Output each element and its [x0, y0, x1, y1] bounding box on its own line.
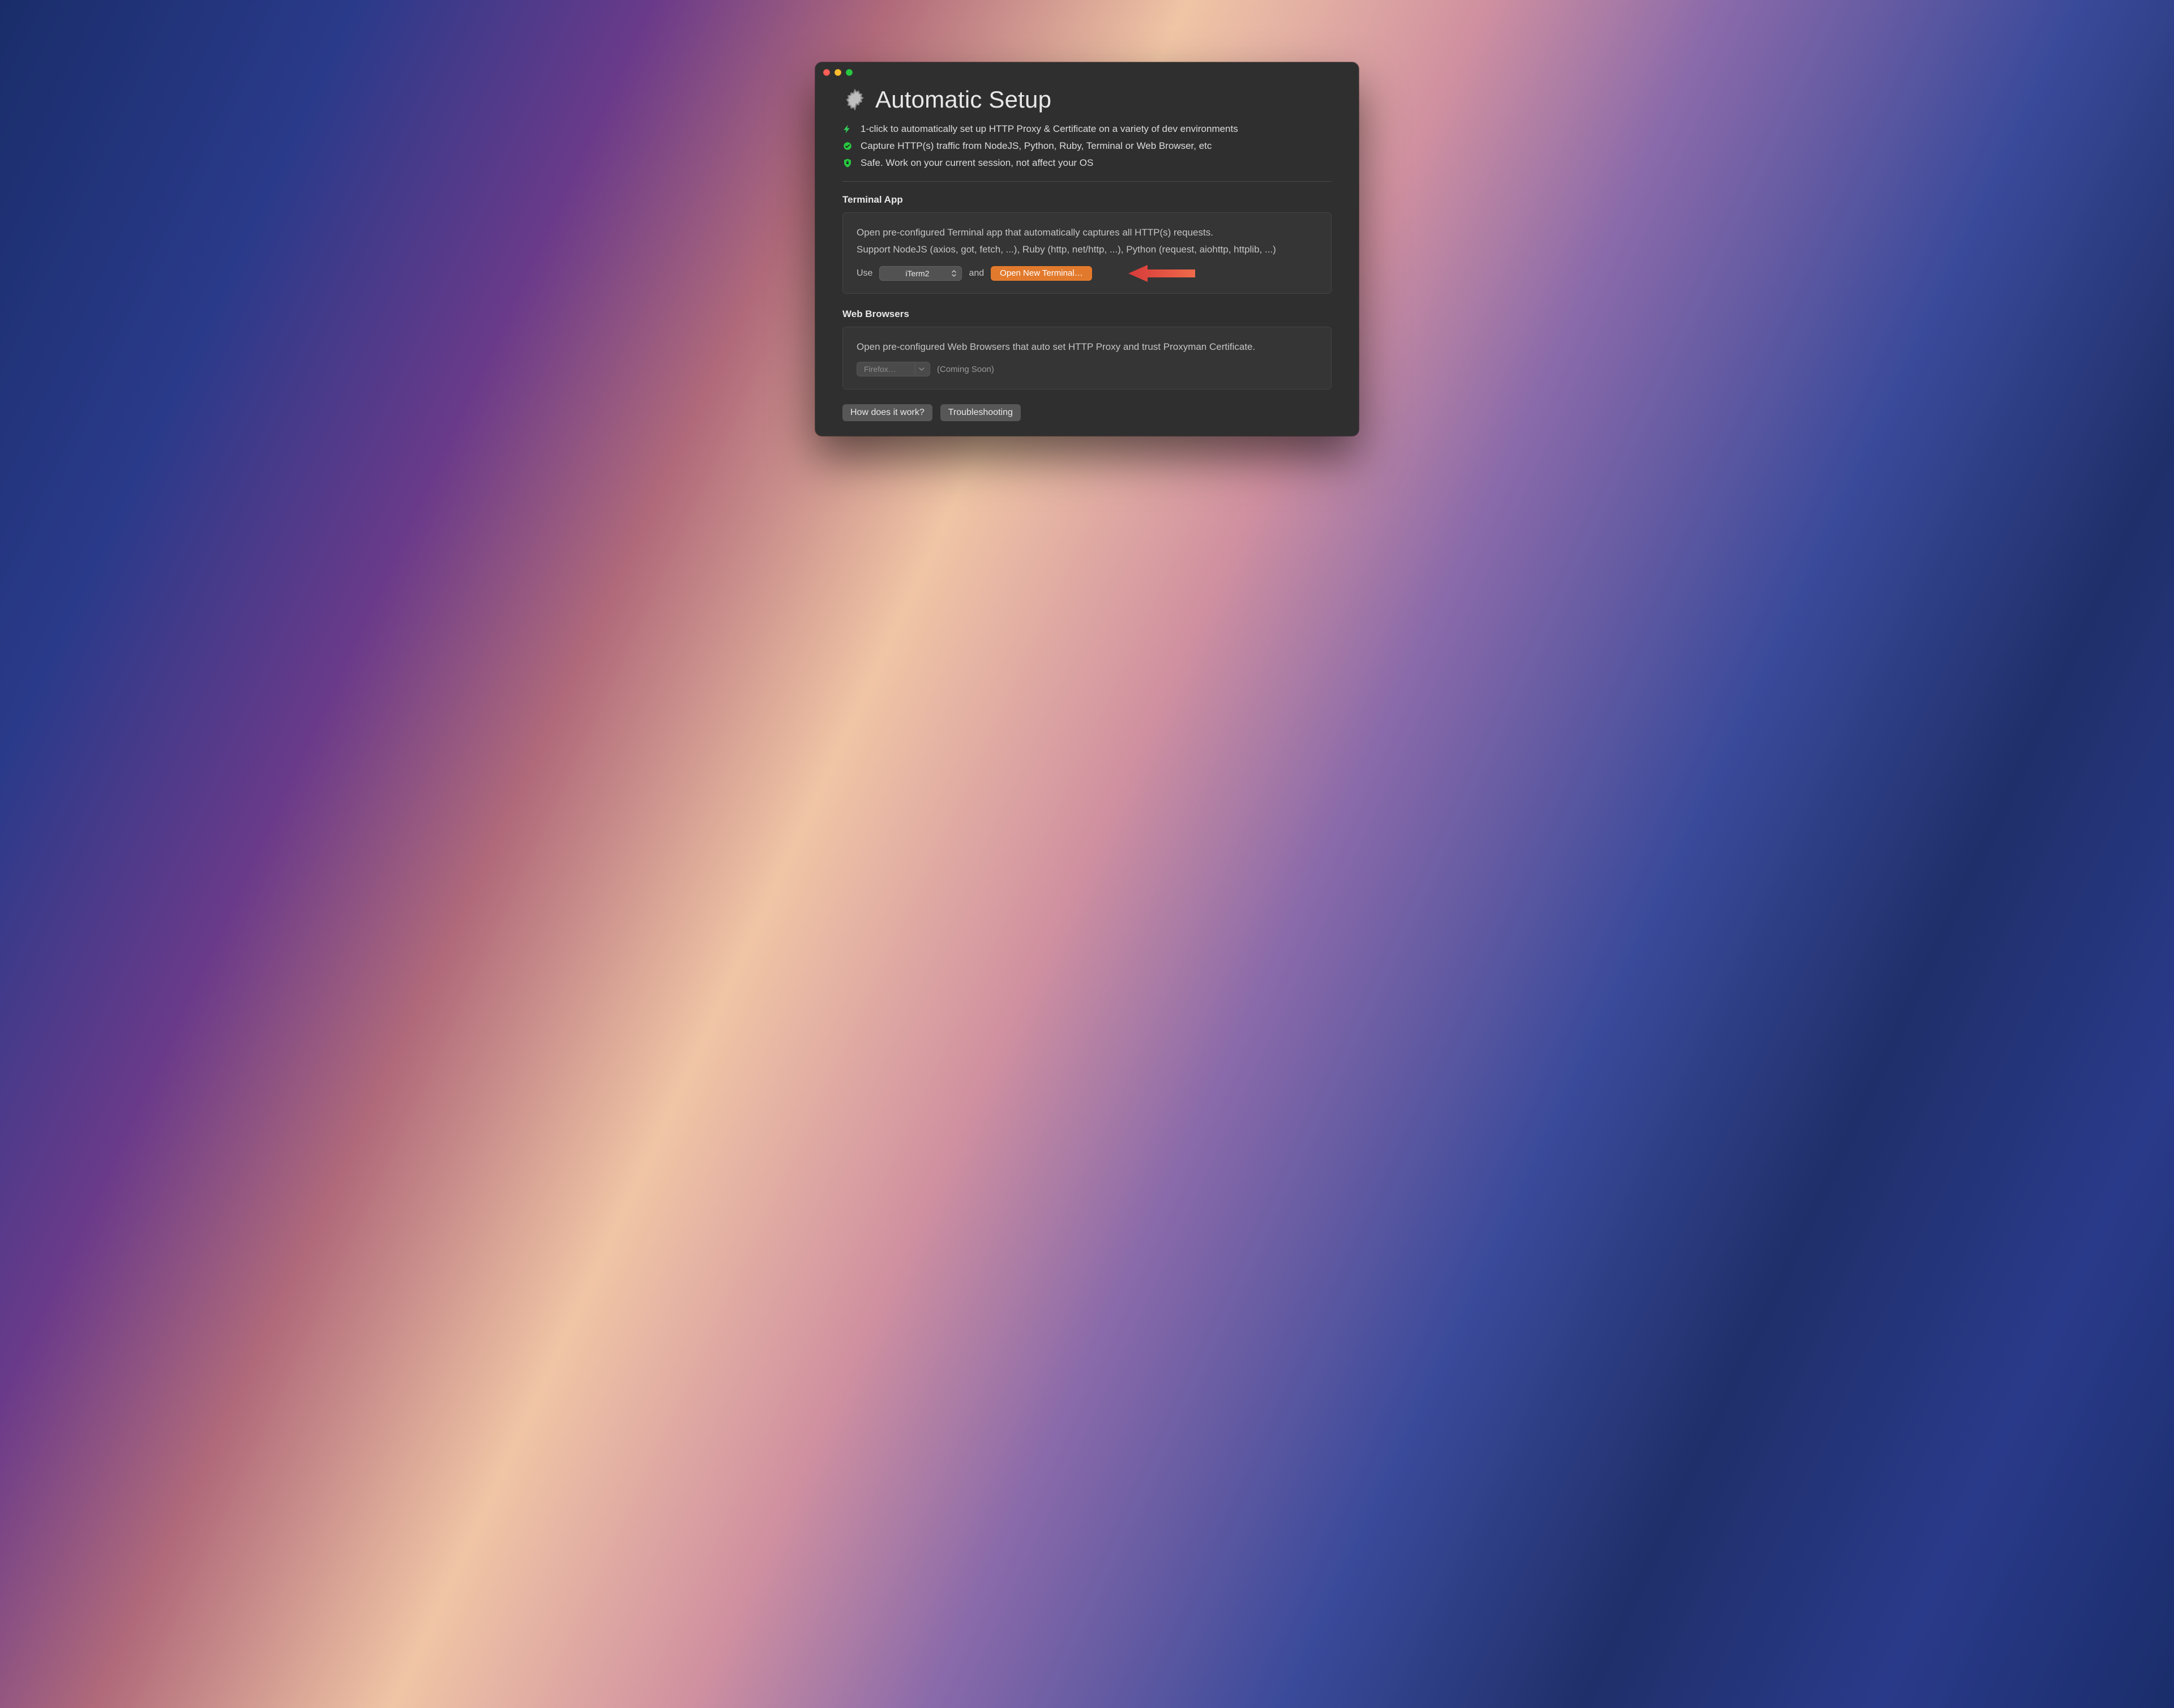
feature-list: 1-click to automatically set up HTTP Pro… [842, 123, 1332, 169]
window-titlebar [815, 62, 1359, 83]
use-label: Use [857, 268, 872, 279]
bolt-icon [842, 124, 853, 134]
page-title-row: Automatic Setup [842, 86, 1332, 113]
window-close-button[interactable] [823, 69, 830, 76]
coming-soon-label: (Coming Soon) [937, 365, 994, 374]
terminal-app-select[interactable]: iTerm2 [879, 266, 962, 281]
section-divider [842, 181, 1332, 182]
check-circle-icon [842, 141, 853, 151]
browsers-action-row: Firefox… (Coming Soon) [857, 362, 1317, 376]
terminal-action-row: Use iTerm2 and Open New Terminal… [857, 266, 1317, 281]
feature-item: Capture HTTP(s) traffic from NodeJS, Pyt… [842, 140, 1332, 152]
window-content: Automatic Setup 1-click to automatically… [815, 83, 1359, 389]
chevron-updown-icon [951, 269, 957, 277]
troubleshooting-button[interactable]: Troubleshooting [940, 404, 1021, 421]
browsers-panel: Open pre-configured Web Browsers that au… [842, 327, 1332, 390]
feature-text: Safe. Work on your current session, not … [861, 157, 1093, 169]
terminal-panel: Open pre-configured Terminal app that au… [842, 212, 1332, 294]
how-does-it-work-button[interactable]: How does it work? [842, 404, 932, 421]
terminal-section-heading: Terminal App [842, 194, 1332, 206]
page-title: Automatic Setup [875, 86, 1051, 113]
window-zoom-button[interactable] [846, 69, 853, 76]
chevron-down-icon [915, 364, 927, 374]
browsers-section-heading: Web Browsers [842, 309, 1332, 320]
shield-lock-icon [842, 158, 853, 168]
gear-icon [842, 87, 867, 112]
window-minimize-button[interactable] [834, 69, 841, 76]
footer-links: How does it work? Troubleshooting [815, 404, 1359, 421]
terminal-description-2: Support NodeJS (axios, got, fetch, ...),… [857, 241, 1317, 258]
browser-select-disabled: Firefox… [857, 362, 930, 376]
feature-text: 1-click to automatically set up HTTP Pro… [861, 123, 1238, 135]
terminal-description-1: Open pre-configured Terminal app that au… [857, 224, 1317, 241]
feature-text: Capture HTTP(s) traffic from NodeJS, Pyt… [861, 140, 1212, 152]
and-label: and [969, 268, 984, 279]
feature-item: 1-click to automatically set up HTTP Pro… [842, 123, 1332, 135]
open-new-terminal-button[interactable]: Open New Terminal… [991, 266, 1092, 281]
app-window: Automatic Setup 1-click to automatically… [815, 62, 1359, 436]
browser-select-value: Firefox… [864, 365, 896, 374]
feature-item: Safe. Work on your current session, not … [842, 157, 1332, 169]
terminal-app-select-value: iTerm2 [905, 269, 929, 278]
browsers-description: Open pre-configured Web Browsers that au… [857, 339, 1317, 356]
arrow-annotation-icon [1128, 262, 1196, 285]
